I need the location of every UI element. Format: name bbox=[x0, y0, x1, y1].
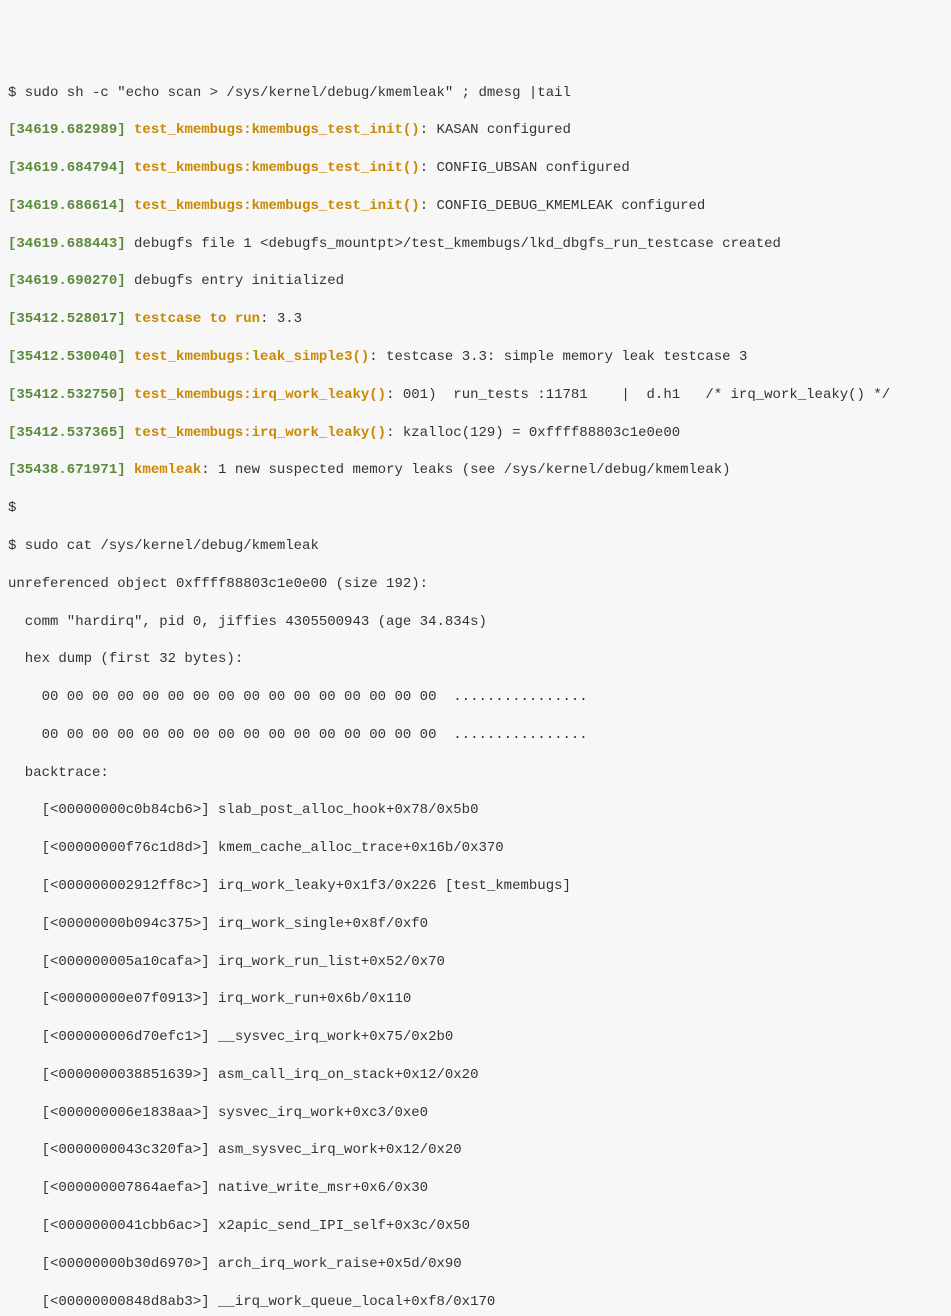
function-name: test_kmembugs:kmembugs_test_init() bbox=[134, 122, 420, 138]
dmesg-line: [34619.682989] test_kmembugs:kmembugs_te… bbox=[8, 121, 943, 140]
backtrace-line: [<0000000038851639>] asm_call_irq_on_sta… bbox=[8, 1066, 943, 1085]
function-name: test_kmembugs:kmembugs_test_init() bbox=[134, 198, 420, 214]
output-line: 00 00 00 00 00 00 00 00 00 00 00 00 00 0… bbox=[8, 688, 943, 707]
output-line: backtrace: bbox=[8, 764, 943, 783]
prompt[interactable]: $ bbox=[8, 499, 943, 518]
message: : KASAN configured bbox=[420, 122, 571, 138]
function-name: test_kmembugs:leak_simple3() bbox=[134, 349, 369, 365]
backtrace-line: [<00000000f76c1d8d>] kmem_cache_alloc_tr… bbox=[8, 839, 943, 858]
dmesg-line: [35438.671971] kmemleak: 1 new suspected… bbox=[8, 461, 943, 480]
timestamp: [35412.530040] bbox=[8, 349, 126, 365]
timestamp: [34619.690270] bbox=[8, 273, 126, 289]
timestamp: [34619.686614] bbox=[8, 198, 126, 214]
dmesg-line: [34619.686614] test_kmembugs:kmembugs_te… bbox=[8, 197, 943, 216]
dmesg-line: [34619.684794] test_kmembugs:kmembugs_te… bbox=[8, 159, 943, 178]
message: : testcase 3.3: simple memory leak testc… bbox=[369, 349, 747, 365]
dmesg-line: [35412.528017] testcase to run: 3.3 bbox=[8, 310, 943, 329]
backtrace-line: [<0000000041cbb6ac>] x2apic_send_IPI_sel… bbox=[8, 1217, 943, 1236]
timestamp: [35412.528017] bbox=[8, 311, 126, 327]
function-name: test_kmembugs:irq_work_leaky() bbox=[134, 425, 386, 441]
dmesg-line: [34619.690270] debugfs entry initialized bbox=[8, 272, 943, 291]
timestamp: [34619.688443] bbox=[8, 236, 126, 252]
backtrace-line: [<00000000b094c375>] irq_work_single+0x8… bbox=[8, 915, 943, 934]
message: : 1 new suspected memory leaks (see /sys… bbox=[201, 462, 730, 478]
timestamp: [34619.684794] bbox=[8, 160, 126, 176]
output-line: 00 00 00 00 00 00 00 00 00 00 00 00 00 0… bbox=[8, 726, 943, 745]
backtrace-line: [<0000000043c320fa>] asm_sysvec_irq_work… bbox=[8, 1141, 943, 1160]
output-line: comm "hardirq", pid 0, jiffies 430550094… bbox=[8, 613, 943, 632]
timestamp: [35412.537365] bbox=[8, 425, 126, 441]
function-name: testcase to run bbox=[134, 311, 260, 327]
timestamp: [34619.682989] bbox=[8, 122, 126, 138]
message: : CONFIG_DEBUG_KMEMLEAK configured bbox=[420, 198, 706, 214]
timestamp: [35412.532750] bbox=[8, 387, 126, 403]
backtrace-line: [<00000000c0b84cb6>] slab_post_alloc_hoo… bbox=[8, 801, 943, 820]
kmemleak-label: kmemleak bbox=[134, 462, 201, 478]
command-line: $ sudo cat /sys/kernel/debug/kmemleak bbox=[8, 537, 943, 556]
command-line: $ sudo sh -c "echo scan > /sys/kernel/de… bbox=[8, 84, 943, 103]
backtrace-line: [<00000000e07f0913>] irq_work_run+0x6b/0… bbox=[8, 990, 943, 1009]
dmesg-line: [35412.530040] test_kmembugs:leak_simple… bbox=[8, 348, 943, 367]
backtrace-line: [<00000000848d8ab3>] __irq_work_queue_lo… bbox=[8, 1293, 943, 1312]
backtrace-line: [<000000006d70efc1>] __sysvec_irq_work+0… bbox=[8, 1028, 943, 1047]
function-name: test_kmembugs:kmembugs_test_init() bbox=[134, 160, 420, 176]
message: : 001) run_tests :11781 | d.h1 /* irq_wo… bbox=[386, 387, 890, 403]
message: debugfs entry initialized bbox=[134, 273, 344, 289]
timestamp: [35438.671971] bbox=[8, 462, 126, 478]
backtrace-line: [<000000007864aefa>] native_write_msr+0x… bbox=[8, 1179, 943, 1198]
backtrace-line: [<000000006e1838aa>] sysvec_irq_work+0xc… bbox=[8, 1104, 943, 1123]
message: debugfs file 1 <debugfs_mountpt>/test_km… bbox=[134, 236, 781, 252]
dmesg-line: [35412.532750] test_kmembugs:irq_work_le… bbox=[8, 386, 943, 405]
backtrace-line: [<000000005a10cafa>] irq_work_run_list+0… bbox=[8, 953, 943, 972]
message: : 3.3 bbox=[260, 311, 302, 327]
message: : CONFIG_UBSAN configured bbox=[420, 160, 630, 176]
dmesg-line: [34619.688443] debugfs file 1 <debugfs_m… bbox=[8, 235, 943, 254]
backtrace-line: [<000000002912ff8c>] irq_work_leaky+0x1f… bbox=[8, 877, 943, 896]
message: : kzalloc(129) = 0xffff88803c1e0e00 bbox=[386, 425, 680, 441]
output-line: hex dump (first 32 bytes): bbox=[8, 650, 943, 669]
function-name: test_kmembugs:irq_work_leaky() bbox=[134, 387, 386, 403]
output-line: unreferenced object 0xffff88803c1e0e00 (… bbox=[8, 575, 943, 594]
backtrace-line: [<00000000b30d6970>] arch_irq_work_raise… bbox=[8, 1255, 943, 1274]
dmesg-line: [35412.537365] test_kmembugs:irq_work_le… bbox=[8, 424, 943, 443]
